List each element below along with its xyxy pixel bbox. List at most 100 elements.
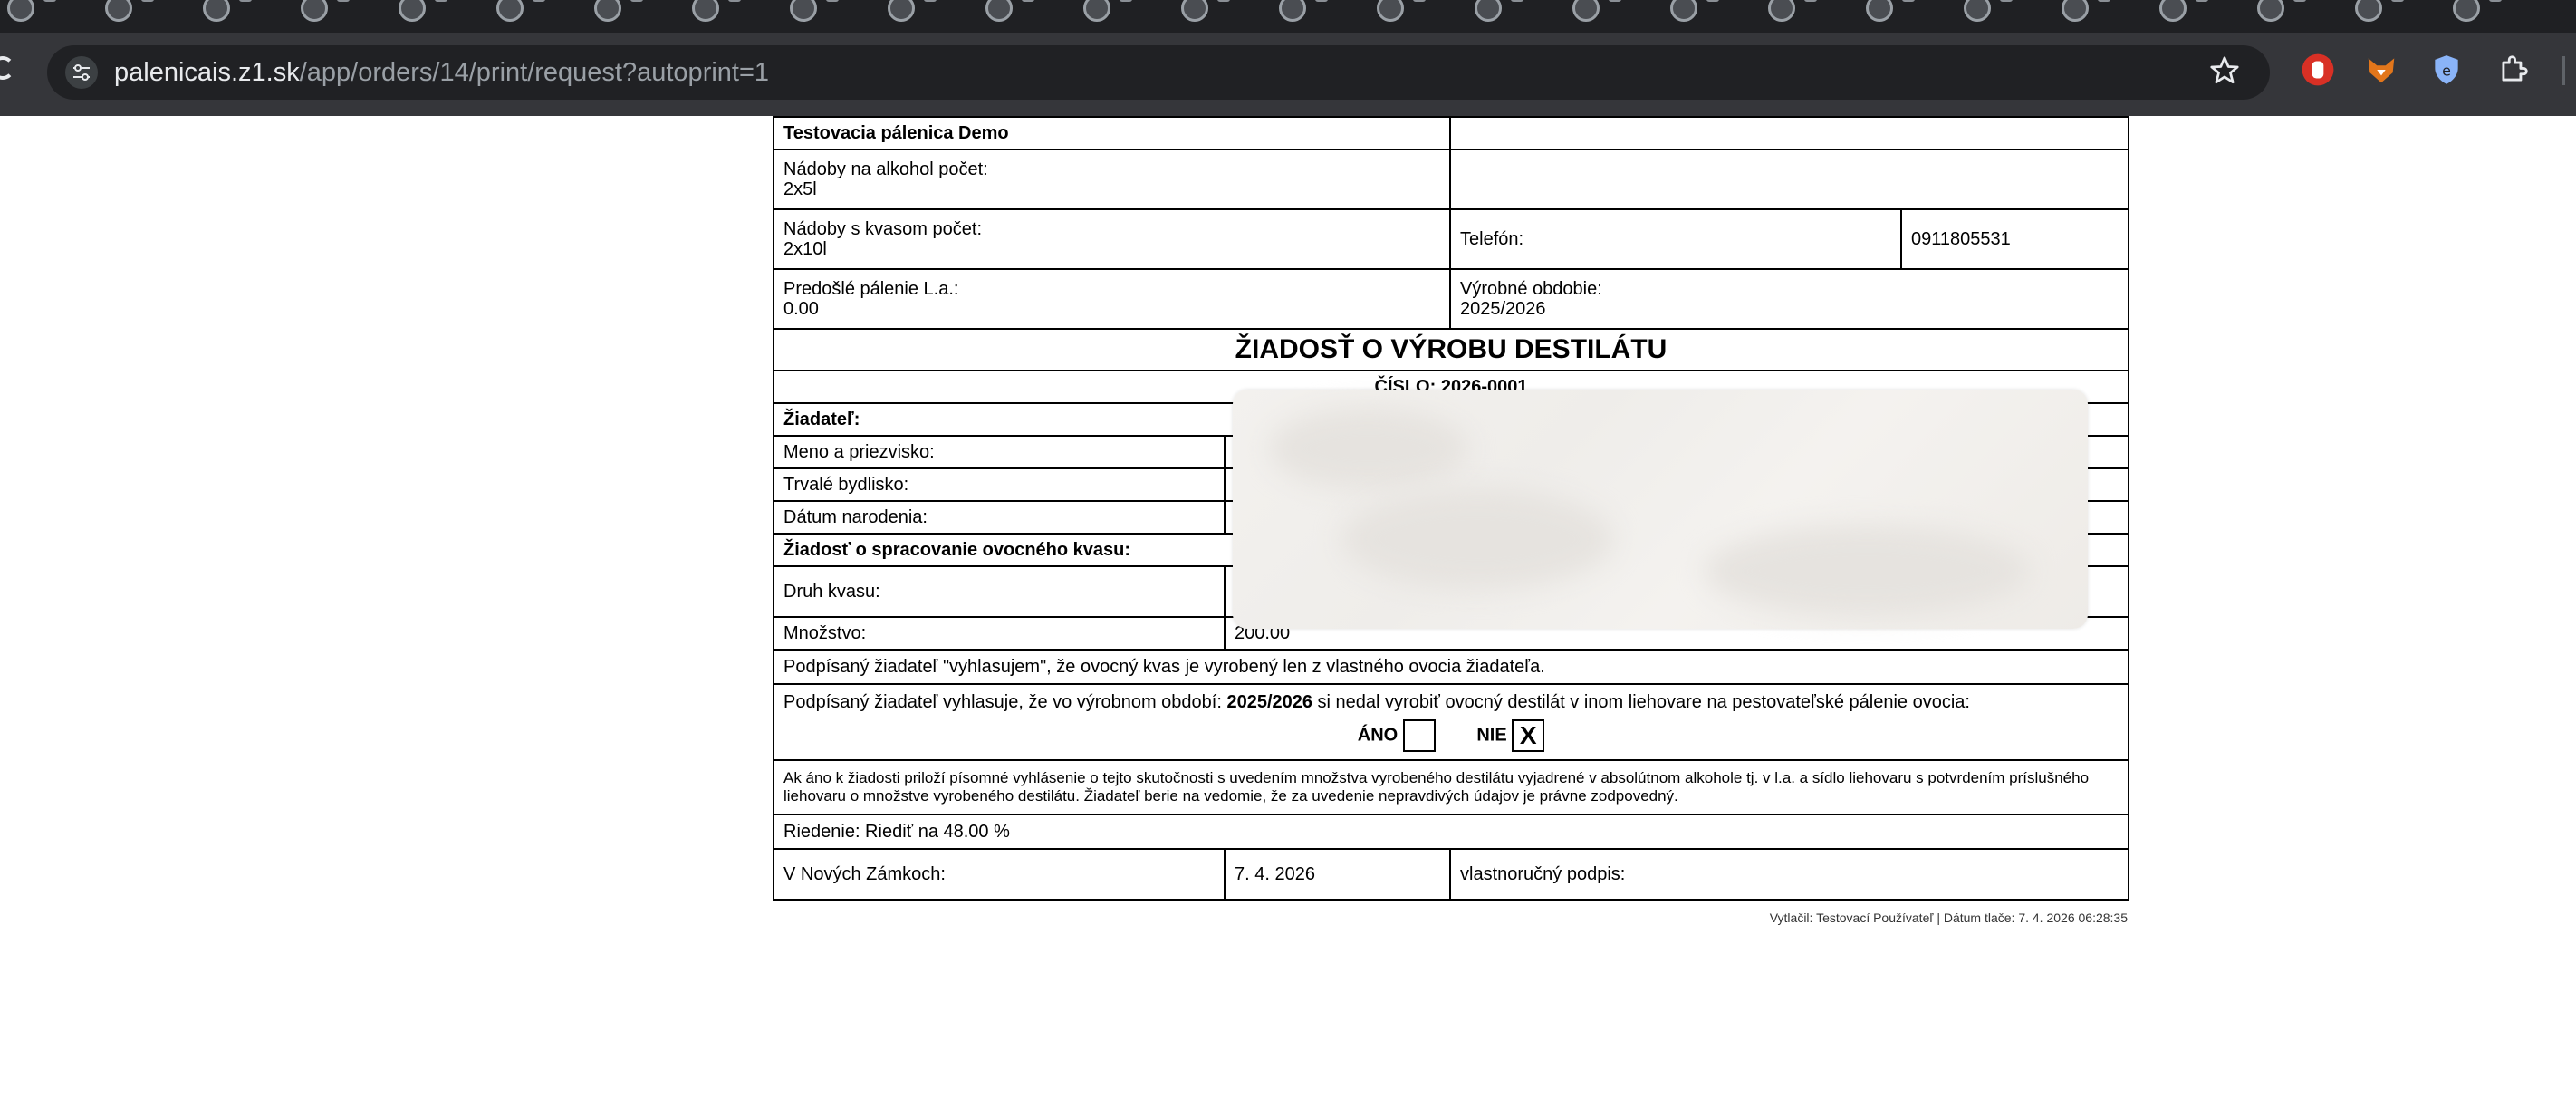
- tab-title: [728, 0, 741, 2]
- declaration-period-value: 2025/2026: [1226, 692, 1312, 712]
- tab-favicon-icon: [1475, 0, 1502, 22]
- browser-tab[interactable]: [2159, 0, 2254, 27]
- tab-favicon-icon: [1670, 0, 1697, 22]
- vessels-alcohol-cell: Nádoby na alkohol počet: 2x5l: [773, 149, 1451, 210]
- tab-favicon-icon: [1866, 0, 1893, 22]
- vessels-alcohol-label: Nádoby na alkohol počet:: [783, 159, 988, 179]
- tab-favicon-icon: [2159, 0, 2187, 22]
- mash-type-label: Druh kvasu:: [773, 565, 1226, 618]
- browser-tab[interactable]: [399, 0, 493, 27]
- tab-title: [1022, 0, 1034, 2]
- browser-tab[interactable]: [301, 0, 395, 27]
- browser-tab[interactable]: [888, 0, 982, 27]
- browser-tab[interactable]: [692, 0, 786, 27]
- puzzle-icon[interactable]: [2496, 53, 2531, 87]
- browser-tab[interactable]: [2257, 0, 2351, 27]
- browser-tab[interactable]: [1181, 0, 1275, 27]
- privacy-blur-overlay: [1233, 390, 2088, 629]
- tab-favicon-icon: [1768, 0, 1795, 22]
- tab-title: [2000, 0, 2013, 2]
- tune-icon[interactable]: [65, 56, 98, 89]
- tab-favicon-icon: [1377, 0, 1404, 22]
- yes-checkbox[interactable]: [1402, 719, 1436, 752]
- browser-tab[interactable]: [1083, 0, 1177, 27]
- browser-tab[interactable]: [496, 0, 591, 27]
- tab-favicon-icon: [790, 0, 817, 22]
- shield-extension-icon[interactable]: e: [2429, 53, 2464, 87]
- document-title: ŽIADOSŤ O VÝROBU DESTILÁTU: [773, 328, 2129, 371]
- tab-title: [1609, 0, 1621, 2]
- tab-favicon-icon: [1572, 0, 1600, 22]
- tab-title: [435, 0, 447, 2]
- previous-la-cell: Predošlé pálenie L.a.: 0.00: [773, 268, 1451, 330]
- tab-favicon-icon: [2355, 0, 2382, 22]
- tab-title: [1217, 0, 1230, 2]
- yes-label: ÁNO: [1357, 725, 1399, 746]
- browser-tab[interactable]: [1377, 0, 1471, 27]
- url-host: palenicais.z1.sk: [114, 58, 300, 87]
- tab-title: [1120, 0, 1132, 2]
- fox-extension-icon[interactable]: [2364, 53, 2398, 87]
- browser-tab[interactable]: [985, 0, 1080, 27]
- browser-tab[interactable]: [2062, 0, 2156, 27]
- tab-title: [533, 0, 545, 2]
- tab-favicon-icon: [2453, 0, 2480, 22]
- vessels-mash-label: Nádoby s kvasom počet:: [783, 219, 982, 239]
- browser-tab[interactable]: [1670, 0, 1764, 27]
- period-value: 2025/2026: [1460, 299, 1546, 319]
- url-text[interactable]: palenicais.z1.sk/app/orders/14/print/req…: [114, 56, 769, 89]
- browser-tab[interactable]: [1768, 0, 1862, 27]
- tab-title: [1511, 0, 1523, 2]
- tab-favicon-icon: [1083, 0, 1110, 22]
- star-icon[interactable]: [2208, 54, 2241, 87]
- tab-favicon-icon: [7, 0, 34, 22]
- browser-tab[interactable]: [1964, 0, 2058, 27]
- browser-tab[interactable]: [1475, 0, 1569, 27]
- tab-favicon-icon: [105, 0, 132, 22]
- browser-tab[interactable]: [2355, 0, 2449, 27]
- vessels-mash-cell: Nádoby s kvasom počet: 2x10l: [773, 208, 1451, 270]
- phone-label: Telefón:: [1449, 208, 1902, 270]
- declaration-period-post: si nedal vyrobiť ovocný destilát v inom …: [1312, 692, 1970, 712]
- browser-tab[interactable]: [1572, 0, 1667, 27]
- stop-hand-extension-icon[interactable]: [2301, 53, 2335, 87]
- tab-title: [141, 0, 154, 2]
- tab-favicon-icon: [1279, 0, 1306, 22]
- tab-title: [1804, 0, 1817, 2]
- no-option: NIE X: [1476, 719, 1545, 752]
- tab-title: [1315, 0, 1328, 2]
- signature-label: vlastnoručný podpis:: [1449, 848, 2129, 901]
- place-label: V Nových Zámkoch:: [773, 848, 1226, 901]
- no-label: NIE: [1476, 725, 1507, 746]
- previous-la-label: Predošlé pálenie L.a.:: [783, 279, 959, 299]
- tab-favicon-icon: [301, 0, 328, 22]
- legal-note: Ak áno k žiadosti priloží písomné vyhlás…: [773, 759, 2129, 815]
- browser-tab[interactable]: [2453, 0, 2547, 27]
- tab-favicon-icon: [203, 0, 230, 22]
- no-checkbox[interactable]: X: [1512, 719, 1545, 752]
- tab-strip: [0, 0, 2576, 33]
- period-cell: Výrobné obdobie: 2025/2026: [1449, 268, 2129, 330]
- browser-tab[interactable]: [1866, 0, 1960, 27]
- dilution-text: Riedenie: Riediť na 48.00 %: [773, 814, 2129, 850]
- tab-title: [1413, 0, 1426, 2]
- toolbar-divider: [2562, 56, 2565, 85]
- tab-title: [2391, 0, 2404, 2]
- browser-tab[interactable]: [790, 0, 884, 27]
- browser-tab[interactable]: [594, 0, 688, 27]
- tab-favicon-icon: [2257, 0, 2284, 22]
- declaration-period-cell: Podpísaný žiadateľ vyhlasuje, že vo výro…: [773, 683, 2129, 761]
- quantity-label: Množstvo:: [773, 616, 1226, 651]
- tab-favicon-icon: [496, 0, 524, 22]
- name-label: Meno a priezvisko:: [773, 435, 1226, 469]
- tab-title: [2489, 0, 2502, 2]
- browser-tab[interactable]: [105, 0, 199, 27]
- browser-tab[interactable]: [7, 0, 101, 27]
- address-label: Trvalé bydlisko:: [773, 467, 1226, 502]
- tab-favicon-icon: [1964, 0, 1991, 22]
- browser-tab[interactable]: [203, 0, 297, 27]
- tab-title: [1902, 0, 1915, 2]
- tab-title: [239, 0, 252, 2]
- tab-title: [1706, 0, 1719, 2]
- browser-tab[interactable]: [1279, 0, 1373, 27]
